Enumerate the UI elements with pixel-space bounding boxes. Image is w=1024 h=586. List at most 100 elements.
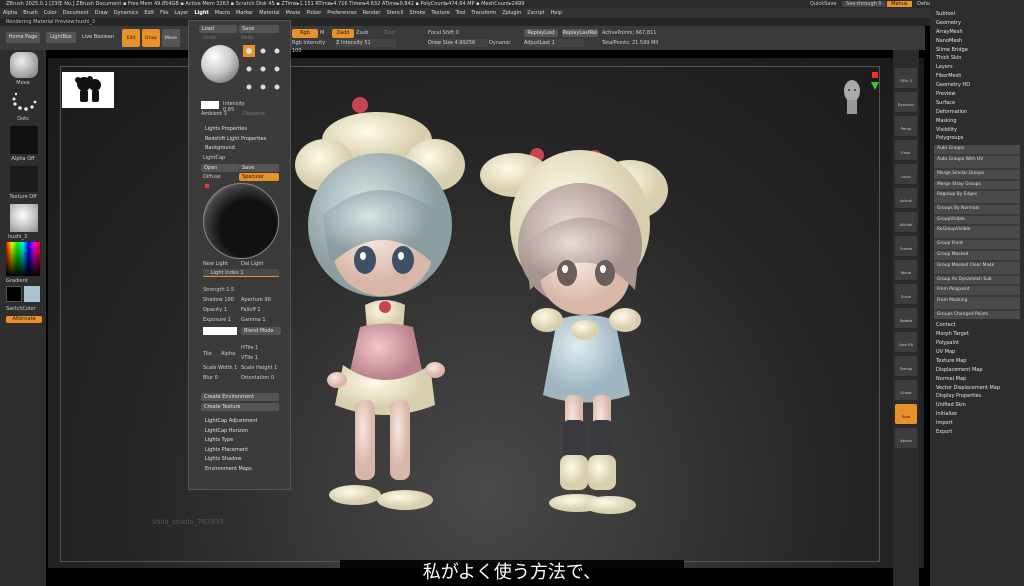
redshift-light-properties-item[interactable]: Redshift Light Properties	[189, 135, 289, 145]
panel-item-uv-map[interactable]: UV Map	[930, 348, 1024, 357]
menu-zplugin[interactable]: Zplugin	[499, 10, 524, 16]
panel-item-texture-map[interactable]: Texture Map	[930, 357, 1024, 366]
shelf-button-move[interactable]: Move	[895, 260, 917, 280]
draw-size-slider[interactable]: Draw Size 4.99256	[428, 39, 488, 47]
menu-light[interactable]: Light	[191, 10, 211, 16]
create-texture-button[interactable]: Create Texture	[201, 403, 279, 411]
lightcap-open-button[interactable]: Open	[201, 164, 239, 172]
head-navigator-icon[interactable]	[838, 76, 866, 116]
shelf-button-dynamic[interactable]: Dynamic	[895, 92, 917, 112]
polygroups-merge-similar-groups[interactable]: Merge Similar Groups	[934, 169, 1020, 179]
panel-item-vector-displacement-map[interactable]: Vector Displacement Map	[930, 384, 1024, 393]
menu-preferences[interactable]: Preferences	[324, 10, 359, 16]
shelf-button-xpose[interactable]: Xpose	[895, 428, 917, 448]
polygroups-regroupvisible[interactable]: ReGroupVisible	[934, 226, 1020, 239]
del-light-button[interactable]: Del Light	[241, 261, 277, 267]
see-through-slider[interactable]: See-through 0	[842, 1, 886, 7]
opacity-slider[interactable]: Opacity 1	[203, 307, 239, 313]
menu-file[interactable]: File	[157, 10, 171, 16]
polygroups-group-masked-clear-mask[interactable]: Group Masked Clear Mask	[934, 261, 1020, 274]
draw-tool-button[interactable]: Draw	[142, 29, 160, 47]
lightcap-sphere[interactable]	[203, 183, 279, 259]
m-button[interactable]: M	[320, 29, 330, 38]
falloff-slider[interactable]: Falloff 1	[241, 307, 281, 313]
distance-slider[interactable]: Distance	[243, 111, 283, 117]
diffuse-button[interactable]: Diffuse	[203, 174, 233, 180]
brush-thumbnail[interactable]	[10, 52, 38, 78]
dynamic-button[interactable]: Dynamic	[489, 39, 515, 47]
light-save-button[interactable]: Save	[239, 25, 279, 33]
menu-draw[interactable]: Draw	[92, 10, 111, 16]
panel-item-initialize[interactable]: Initialize	[930, 410, 1024, 419]
edit-tool-button[interactable]: Edit	[122, 29, 140, 47]
shelf-button-scale[interactable]: Scale	[895, 284, 917, 304]
live-boolean-button[interactable]: Live Boolean	[82, 32, 118, 43]
light-bulbs-grid[interactable]	[243, 45, 283, 101]
blur-slider[interactable]: Blur 0	[203, 375, 239, 381]
menu-material[interactable]: Material	[256, 10, 282, 16]
shelf-button-frame[interactable]: Frame	[895, 236, 917, 256]
zcut-button[interactable]: Zcut	[384, 29, 402, 38]
panel-item-unified-skin[interactable]: Unified Skin	[930, 401, 1024, 410]
panel-item-arraymesh[interactable]: ArrayMesh	[930, 28, 1024, 37]
htile-slider[interactable]: HTile 1	[241, 345, 281, 351]
polygroups-group-as-dynamesh-sub[interactable]: Group As Dynamesh Sub	[934, 275, 1020, 285]
zsub-button[interactable]: Zsub	[356, 29, 374, 38]
panel-item-geometry-hd[interactable]: Geometry HD	[930, 81, 1024, 90]
light-undo-button[interactable]: Undo	[203, 35, 233, 41]
panel-item-export[interactable]: Export	[930, 428, 1024, 437]
lights-type-item[interactable]: Lights Type	[189, 436, 289, 446]
scale-width-slider[interactable]: Scale Width 1	[203, 365, 241, 371]
lightbox-button[interactable]: LightBox	[46, 32, 76, 43]
panel-item-displacement-map[interactable]: Displacement Map	[930, 366, 1024, 375]
vtile-slider[interactable]: VTile 1	[241, 355, 281, 361]
shelf-button-rotate[interactable]: Rotate	[895, 308, 917, 328]
polygroups-groups-changed-points[interactable]: Groups Changed Points	[934, 310, 1020, 320]
material-thumbnail[interactable]	[10, 204, 38, 232]
ambient-slider[interactable]: Ambient 3	[201, 111, 241, 117]
lightcap-horizon-item[interactable]: LightCap Horizon	[189, 427, 289, 437]
lightcap-header[interactable]: LightCap	[203, 155, 283, 161]
menu-help[interactable]: Help	[548, 10, 565, 16]
color-picker[interactable]	[6, 242, 40, 276]
panel-item-polypaint[interactable]: Polypaint	[930, 339, 1024, 348]
menu-brush[interactable]: Brush	[20, 10, 40, 16]
blend-color-swatch[interactable]	[203, 327, 237, 335]
z-intensity-slider[interactable]: Z Intensity 51	[336, 39, 396, 47]
move-tool-button[interactable]: Move	[162, 29, 180, 47]
strength-slider[interactable]: Strength 1.5	[203, 287, 279, 293]
menu-picker[interactable]: Picker	[303, 10, 324, 16]
texture-thumbnail[interactable]	[10, 166, 38, 192]
exposure-slider[interactable]: Exposure 1	[203, 317, 239, 323]
stroke-thumbnail[interactable]	[10, 90, 38, 114]
blend-mode-button[interactable]: Blend Mode	[241, 327, 281, 335]
lightcap-light-marker[interactable]	[205, 184, 209, 188]
panel-item-subtool[interactable]: Subtool	[930, 10, 1024, 19]
menu-stroke[interactable]: Stroke	[406, 10, 428, 16]
rgb-button[interactable]: Rgb	[292, 29, 318, 38]
menu-transform[interactable]: Transform	[468, 10, 499, 16]
shelf-button-aahalf[interactable]: AAHalf	[895, 212, 917, 232]
panel-item-geometry[interactable]: Geometry	[930, 19, 1024, 28]
panel-item-layers[interactable]: Layers	[930, 63, 1024, 72]
replay-last-rel-button[interactable]: ReplayLastRel	[562, 29, 598, 37]
panel-item-import[interactable]: Import	[930, 419, 1024, 428]
lightcap-save-button[interactable]: Save	[239, 164, 279, 172]
menu-movie[interactable]: Movie	[283, 10, 304, 16]
main-color-swatch[interactable]	[6, 286, 22, 302]
environment-maps-item[interactable]: Environment Maps	[189, 465, 289, 475]
quicksave-button[interactable]: QuickSave	[806, 1, 840, 7]
new-light-button[interactable]: New Light	[203, 261, 239, 267]
polygroups-merge-stray-groups[interactable]: Merge Stray Groups	[934, 180, 1020, 190]
switch-color-button[interactable]: SwitchColor	[6, 306, 46, 312]
light-load-button[interactable]: Load	[199, 25, 237, 33]
lights-properties-item[interactable]: Lights Properties	[189, 125, 289, 135]
shelf-button-transp[interactable]: Transp	[895, 356, 917, 376]
menu-render[interactable]: Render	[360, 10, 384, 16]
navigation-thumbnail[interactable]	[62, 72, 114, 108]
menu-document[interactable]: Document	[60, 10, 92, 16]
menu-layer[interactable]: Layer	[171, 10, 191, 16]
lights-shadow-item[interactable]: Lights Shadow	[189, 455, 289, 465]
secondary-color-swatch[interactable]	[24, 286, 40, 302]
polygroups-groups-by-normals[interactable]: Groups By Normals	[934, 205, 1020, 214]
